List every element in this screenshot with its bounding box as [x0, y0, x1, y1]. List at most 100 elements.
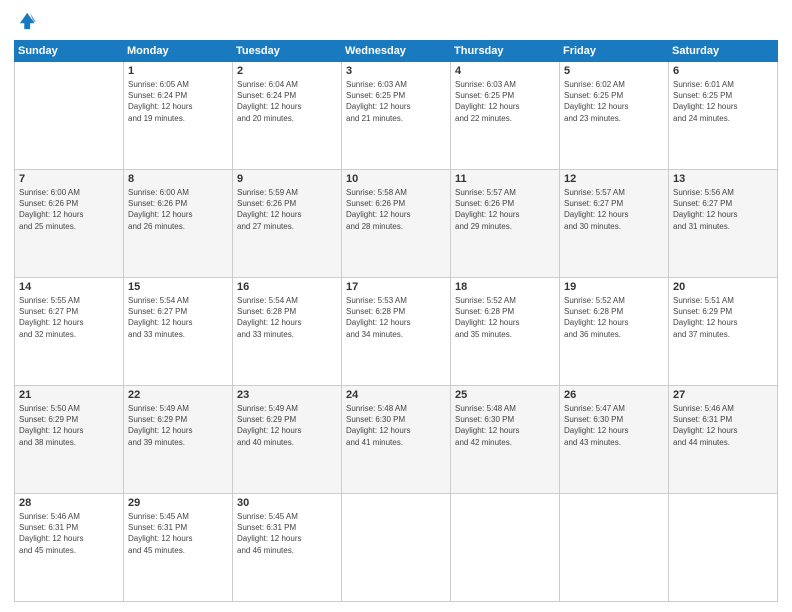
calendar-cell [669, 494, 778, 602]
calendar-cell: 5Sunrise: 6:02 AM Sunset: 6:25 PM Daylig… [560, 62, 669, 170]
day-number: 5 [564, 65, 664, 77]
calendar-header-row: SundayMondayTuesdayWednesdayThursdayFrid… [15, 41, 778, 62]
calendar-cell: 17 Sunrise: 5:53 AM Sunset: 6:28 PM Dayli… [342, 278, 451, 386]
calendar-cell: 6 Sunrise: 6:01 AM Sunset: 6:25 PM Daylig… [669, 62, 778, 170]
day-number: 12 [564, 173, 664, 185]
day-header-wednesday: Wednesday [342, 41, 451, 62]
calendar-cell: 11 Sunrise: 5:57 AM Sunset: 6:26 PM Dayli… [451, 170, 560, 278]
day-info: Sunrise: 5:45 AM Sunset: 6:31 PM Dayligh… [237, 511, 337, 556]
calendar-cell: 26 Sunrise: 5:47 AM Sunset: 6:30 PM Dayli… [560, 386, 669, 494]
calendar-cell: 18 Sunrise: 5:52 AM Sunset: 6:28 PM Dayli… [451, 278, 560, 386]
day-info: Sunrise: 5:55 AM Sunset: 6:27 PM Dayligh… [19, 295, 119, 340]
day-number: 30 [237, 497, 337, 509]
day-number: 23 [237, 389, 337, 401]
header [14, 10, 778, 32]
day-info: Sunrise: 5:47 AM Sunset: 6:30 PM Dayligh… [564, 403, 664, 448]
logo [14, 10, 40, 32]
day-number: 3 [346, 65, 446, 77]
calendar-cell: 2 Sunrise: 6:04 AM Sunset: 6:24 PM Daylig… [233, 62, 342, 170]
day-info: Sunrise: 5:48 AM Sunset: 6:30 PM Dayligh… [455, 403, 555, 448]
day-info: Sunrise: 5:50 AM Sunset: 6:29 PM Dayligh… [19, 403, 119, 448]
day-info: Sunrise: 5:45 AM Sunset: 6:31 PM Dayligh… [128, 511, 228, 556]
calendar-cell: 13Sunrise: 5:56 AM Sunset: 6:27 PM Dayli… [669, 170, 778, 278]
calendar-cell: 8Sunrise: 6:00 AM Sunset: 6:26 PM Daylig… [124, 170, 233, 278]
day-number: 9 [237, 173, 337, 185]
calendar-week-row: 7 Sunrise: 6:00 AM Sunset: 6:26 PM Daylig… [15, 170, 778, 278]
day-number: 1 [128, 65, 228, 77]
day-number: 7 [19, 173, 119, 185]
calendar-cell [451, 494, 560, 602]
day-info: Sunrise: 6:03 AM Sunset: 6:25 PM Dayligh… [346, 79, 446, 124]
calendar-table: SundayMondayTuesdayWednesdayThursdayFrid… [14, 40, 778, 602]
day-number: 2 [237, 65, 337, 77]
day-number: 10 [346, 173, 446, 185]
day-info: Sunrise: 6:05 AM Sunset: 6:24 PM Dayligh… [128, 79, 228, 124]
day-number: 22 [128, 389, 228, 401]
calendar-cell [342, 494, 451, 602]
day-info: Sunrise: 5:52 AM Sunset: 6:28 PM Dayligh… [455, 295, 555, 340]
calendar-cell: 9 Sunrise: 5:59 AM Sunset: 6:26 PM Daylig… [233, 170, 342, 278]
day-number: 25 [455, 389, 555, 401]
day-info: Sunrise: 5:49 AM Sunset: 6:29 PM Dayligh… [128, 403, 228, 448]
day-header-saturday: Saturday [669, 41, 778, 62]
day-info: Sunrise: 5:48 AM Sunset: 6:30 PM Dayligh… [346, 403, 446, 448]
day-number: 11 [455, 173, 555, 185]
day-header-tuesday: Tuesday [233, 41, 342, 62]
day-info: Sunrise: 5:52 AM Sunset: 6:28 PM Dayligh… [564, 295, 664, 340]
calendar-cell: 19Sunrise: 5:52 AM Sunset: 6:28 PM Dayli… [560, 278, 669, 386]
calendar-cell: 22 Sunrise: 5:49 AM Sunset: 6:29 PM Dayli… [124, 386, 233, 494]
day-number: 8 [128, 173, 228, 185]
day-number: 14 [19, 281, 119, 293]
calendar-cell: 30 Sunrise: 5:45 AM Sunset: 6:31 PM Dayli… [233, 494, 342, 602]
day-number: 29 [128, 497, 228, 509]
day-info: Sunrise: 6:04 AM Sunset: 6:24 PM Dayligh… [237, 79, 337, 124]
day-number: 27 [673, 389, 773, 401]
day-header-monday: Monday [124, 41, 233, 62]
calendar-week-row: 28 Sunrise: 5:46 AM Sunset: 6:31 PM Dayli… [15, 494, 778, 602]
day-info: Sunrise: 5:58 AM Sunset: 6:26 PM Dayligh… [346, 187, 446, 232]
day-info: Sunrise: 5:54 AM Sunset: 6:27 PM Dayligh… [128, 295, 228, 340]
calendar-cell: 14 Sunrise: 5:55 AM Sunset: 6:27 PM Dayli… [15, 278, 124, 386]
day-header-thursday: Thursday [451, 41, 560, 62]
day-info: Sunrise: 5:57 AM Sunset: 6:26 PM Dayligh… [455, 187, 555, 232]
calendar-cell: 16 Sunrise: 5:54 AM Sunset: 6:28 PM Dayli… [233, 278, 342, 386]
day-number: 4 [455, 65, 555, 77]
calendar-cell [560, 494, 669, 602]
day-number: 26 [564, 389, 664, 401]
day-number: 18 [455, 281, 555, 293]
calendar-cell: 21 Sunrise: 5:50 AM Sunset: 6:29 PM Dayli… [15, 386, 124, 494]
calendar-cell: 12Sunrise: 5:57 AM Sunset: 6:27 PM Dayli… [560, 170, 669, 278]
day-number: 15 [128, 281, 228, 293]
day-info: Sunrise: 6:01 AM Sunset: 6:25 PM Dayligh… [673, 79, 773, 124]
calendar-cell: 3 Sunrise: 6:03 AM Sunset: 6:25 PM Daylig… [342, 62, 451, 170]
calendar-cell: 29 Sunrise: 5:45 AM Sunset: 6:31 PM Dayli… [124, 494, 233, 602]
calendar-cell: 28 Sunrise: 5:46 AM Sunset: 6:31 PM Dayli… [15, 494, 124, 602]
calendar-cell: 4 Sunrise: 6:03 AM Sunset: 6:25 PM Daylig… [451, 62, 560, 170]
calendar-cell: 25 Sunrise: 5:48 AM Sunset: 6:30 PM Dayli… [451, 386, 560, 494]
calendar-week-row: 14 Sunrise: 5:55 AM Sunset: 6:27 PM Dayli… [15, 278, 778, 386]
day-info: Sunrise: 6:00 AM Sunset: 6:26 PM Dayligh… [19, 187, 119, 232]
day-number: 17 [346, 281, 446, 293]
day-number: 16 [237, 281, 337, 293]
day-number: 6 [673, 65, 773, 77]
calendar-cell: 27 Sunrise: 5:46 AM Sunset: 6:31 PM Dayli… [669, 386, 778, 494]
day-number: 28 [19, 497, 119, 509]
day-info: Sunrise: 5:46 AM Sunset: 6:31 PM Dayligh… [673, 403, 773, 448]
day-info: Sunrise: 5:59 AM Sunset: 6:26 PM Dayligh… [237, 187, 337, 232]
day-info: Sunrise: 5:54 AM Sunset: 6:28 PM Dayligh… [237, 295, 337, 340]
day-info: Sunrise: 5:46 AM Sunset: 6:31 PM Dayligh… [19, 511, 119, 556]
calendar-cell: 20 Sunrise: 5:51 AM Sunset: 6:29 PM Dayli… [669, 278, 778, 386]
day-info: Sunrise: 5:53 AM Sunset: 6:28 PM Dayligh… [346, 295, 446, 340]
calendar-week-row: 1 Sunrise: 6:05 AM Sunset: 6:24 PM Daylig… [15, 62, 778, 170]
page: SundayMondayTuesdayWednesdayThursdayFrid… [0, 0, 792, 612]
day-number: 24 [346, 389, 446, 401]
calendar-cell: 24 Sunrise: 5:48 AM Sunset: 6:30 PM Dayli… [342, 386, 451, 494]
day-number: 21 [19, 389, 119, 401]
day-number: 20 [673, 281, 773, 293]
day-info: Sunrise: 5:49 AM Sunset: 6:29 PM Dayligh… [237, 403, 337, 448]
logo-icon [14, 10, 36, 32]
day-info: Sunrise: 6:03 AM Sunset: 6:25 PM Dayligh… [455, 79, 555, 124]
day-info: Sunrise: 5:51 AM Sunset: 6:29 PM Dayligh… [673, 295, 773, 340]
calendar-week-row: 21 Sunrise: 5:50 AM Sunset: 6:29 PM Dayli… [15, 386, 778, 494]
day-number: 13 [673, 173, 773, 185]
